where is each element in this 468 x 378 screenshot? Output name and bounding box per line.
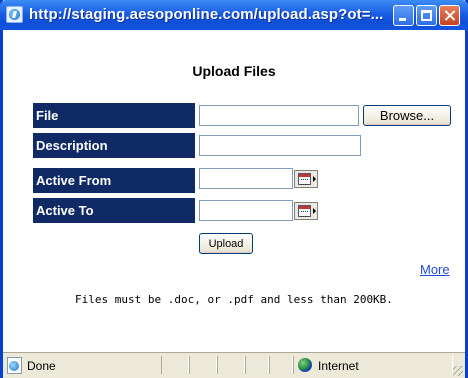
file-path-input[interactable]: [199, 105, 359, 126]
status-divider: [189, 356, 217, 374]
maximize-button[interactable]: [416, 5, 437, 26]
active-to-calendar-button[interactable]: [294, 202, 318, 220]
title-bar[interactable]: http://staging.aesoponline.com/upload.as…: [0, 0, 468, 30]
status-divider: [245, 356, 269, 374]
browser-popup-window: http://staging.aesoponline.com/upload.as…: [0, 0, 468, 378]
close-button[interactable]: [439, 5, 460, 26]
ie-page-icon: [7, 357, 22, 374]
status-text: Done: [27, 359, 56, 373]
active-from-label: Active From: [33, 168, 195, 193]
status-divider: [217, 356, 245, 374]
file-label: File: [33, 103, 195, 128]
calendar-icon: [298, 173, 311, 185]
arrow-right-icon: [313, 208, 316, 214]
security-zone-text: Internet: [318, 359, 359, 373]
status-divider: [269, 356, 293, 374]
minimize-button[interactable]: [393, 5, 414, 26]
page-content: Upload Files File Browse... Description …: [3, 30, 465, 352]
active-to-input[interactable]: [199, 200, 293, 221]
calendar-icon: [298, 205, 311, 217]
browse-button[interactable]: Browse...: [363, 105, 451, 126]
resize-grip[interactable]: [453, 366, 463, 376]
arrow-right-icon: [313, 176, 316, 182]
security-zone-panel: [293, 356, 453, 374]
status-bar: Done Internet: [3, 352, 465, 378]
active-to-label: Active To: [33, 198, 195, 223]
window-title: http://staging.aesoponline.com/upload.as…: [29, 6, 384, 23]
file-requirements-note: Files must be .doc, or .pdf and less tha…: [75, 293, 393, 306]
upload-button[interactable]: Upload: [199, 233, 253, 254]
more-link[interactable]: More: [420, 262, 450, 277]
active-from-calendar-button[interactable]: [294, 170, 318, 188]
globe-icon: [298, 358, 312, 372]
ie-app-icon[interactable]: [6, 6, 23, 23]
active-from-input[interactable]: [199, 168, 293, 189]
status-divider: [161, 356, 189, 374]
description-label: Description: [33, 133, 195, 158]
page-title: Upload Files: [192, 63, 276, 79]
description-input[interactable]: [199, 135, 361, 156]
